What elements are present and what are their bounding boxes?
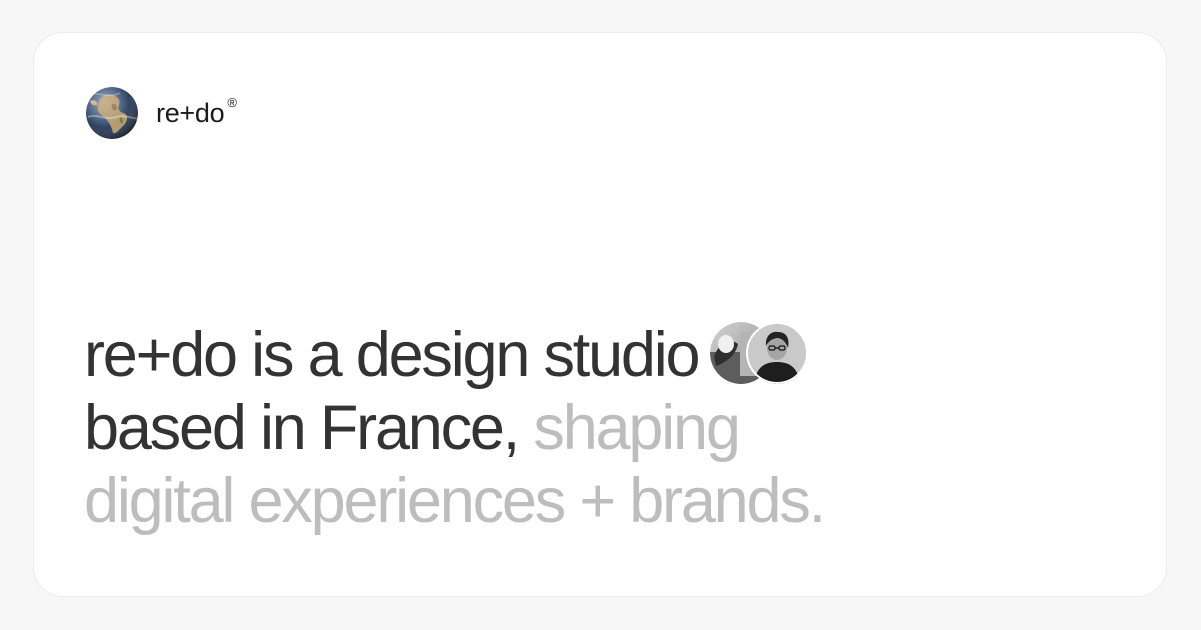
headline-line-2-dark: based in France, — [84, 393, 520, 463]
brand-name: re+do ® — [156, 96, 237, 128]
headline-line-2-muted: shaping — [533, 393, 741, 463]
headline-line-3: digital experiences + brands. — [84, 466, 826, 536]
brand-logo[interactable]: re+do ® — [86, 86, 237, 140]
headline-line-1-text: re+do is a design studio — [84, 320, 701, 390]
avatar-group — [710, 322, 810, 386]
hero-headline: re+do is a design studio based in France… — [84, 319, 1144, 538]
hero-card: re+do ® re+do is a design studio based i… — [33, 32, 1167, 597]
headline-line-1: re+do is a design studio — [84, 319, 1144, 392]
globe-icon — [86, 87, 138, 139]
headline-line-2: based in France, shaping — [84, 392, 1144, 465]
person-photo-avatar — [746, 322, 809, 384]
brand-name-text: re+do — [156, 97, 225, 128]
registered-mark: ® — [227, 94, 237, 110]
